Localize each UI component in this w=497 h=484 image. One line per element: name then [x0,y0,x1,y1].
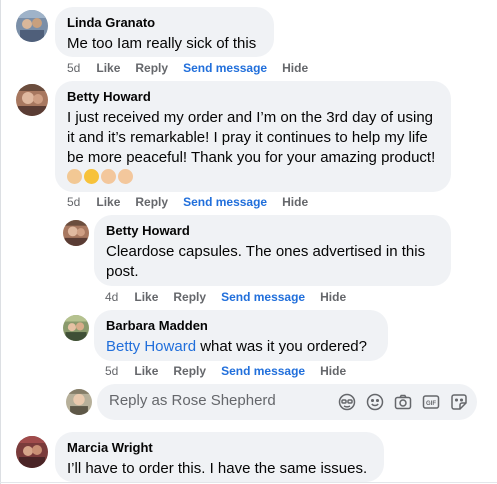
clapping-hands-icon [118,169,133,184]
avatar-marcia-wright[interactable] [16,436,48,468]
comment-actions: 4d Like Reply Send message Hide [105,289,361,305]
comment-author[interactable]: Betty Howard [106,223,439,239]
avatar-barbara-madden[interactable] [63,315,89,341]
comment-text: Betty Howard what was it you ordered? [106,337,376,357]
comment-text: Cleardose capsules. The ones advertised … [106,243,426,280]
clapping-hands-icon [101,169,116,184]
sticker-icon[interactable] [449,392,469,412]
reply-bubble: Betty Howard Cleardose capsules. The one… [94,215,451,286]
send-message-button[interactable]: Send message [221,289,305,305]
comment-text-body: I just received my order and I’m on the … [67,109,436,166]
comment-age[interactable]: 5d [67,194,80,210]
reply-button[interactable]: Reply [135,194,168,210]
send-message-button[interactable]: Send message [183,194,267,210]
comment-age[interactable]: 5d [105,363,118,379]
reply-button[interactable]: Reply [173,289,206,305]
reply-input[interactable] [109,392,329,409]
avatar-sticker-icon[interactable] [337,392,357,412]
comment-author[interactable]: Betty Howard [67,89,439,105]
svg-text:GIF: GIF [426,401,436,407]
emoji-row [67,169,135,186]
avatar-betty-howard[interactable] [63,220,89,246]
hide-button[interactable]: Hide [320,363,346,379]
comment-bubble: Betty Howard I just received my order an… [55,81,451,192]
hide-button[interactable]: Hide [282,60,308,76]
camera-icon[interactable] [393,392,413,412]
comment-actions: 5d Like Reply Send message Hide [67,194,323,210]
hide-button[interactable]: Hide [320,289,346,305]
comment-age[interactable]: 5d [67,60,80,76]
avatar-linda-granato[interactable] [16,10,48,42]
comment-text-body: what was it you ordered? [196,338,367,355]
comment-author[interactable]: Marcia Wright [67,440,372,456]
avatar-rose-shepherd [66,389,92,415]
send-message-button[interactable]: Send message [221,363,305,379]
reply-button[interactable]: Reply [135,60,168,76]
ok-hand-icon [67,169,82,184]
comment-text: Me too Iam really sick of this [67,35,257,52]
comment-author[interactable]: Barbara Madden [106,318,376,334]
thread-left-border [0,0,1,484]
like-button[interactable]: Like [134,363,158,379]
hide-button[interactable]: Hide [282,194,308,210]
like-button[interactable]: Like [96,60,120,76]
avatar-betty-howard[interactable] [16,84,48,116]
comment-age[interactable]: 4d [105,289,118,305]
thread-bottom-border [0,482,497,483]
reply-button[interactable]: Reply [173,363,206,379]
comment-text: I’ll have to order this. I have the same… [67,460,368,477]
reply-bubble: Barbara Madden Betty Howard what was it … [94,310,388,361]
like-button[interactable]: Like [134,289,158,305]
comment-actions: 5d Like Reply Send message Hide [67,60,323,76]
like-button[interactable]: Like [96,194,120,210]
mention-link[interactable]: Betty Howard [106,338,196,355]
smiling-face-icon [84,169,99,184]
comment-text: I just received my order and I’m on the … [67,108,439,188]
reply-composer[interactable]: GIF [97,384,477,420]
comment-actions: 5d Like Reply Send message Hide [105,363,361,379]
emoji-icon[interactable] [365,392,385,412]
gif-icon[interactable]: GIF [421,392,441,412]
comment-bubble: Linda Granato Me too Iam really sick of … [55,7,274,57]
comment-bubble: Marcia Wright I’ll have to order this. I… [55,432,384,482]
comment-author[interactable]: Linda Granato [67,15,262,31]
send-message-button[interactable]: Send message [183,60,267,76]
